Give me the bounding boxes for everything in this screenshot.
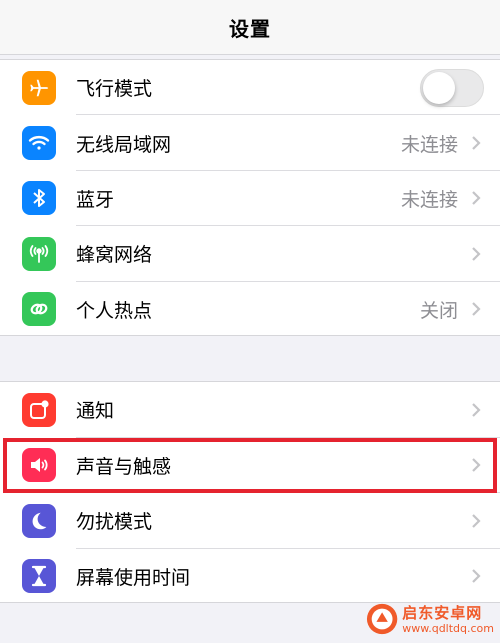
row-label: 无线局域网: [76, 133, 172, 156]
settings-row-notifications[interactable]: 通知: [0, 382, 500, 438]
connectivity-group: 飞行模式 无线局域网 未连接 蓝牙 未连接 蜂窝网络 个人热点 关闭: [0, 59, 500, 336]
cellular-icon: [22, 236, 56, 271]
airplane-mode-toggle[interactable]: [420, 68, 484, 107]
watermark-logo-icon: [366, 603, 398, 635]
bluetooth-icon: [22, 181, 56, 216]
row-label: 飞行模式: [76, 78, 153, 101]
chevron-right-icon: [472, 136, 481, 150]
chevron-right-icon: [472, 458, 481, 473]
notification-icon: [22, 392, 56, 427]
row-label: 屏幕使用时间: [76, 566, 191, 589]
settings-row-screen-time[interactable]: 屏幕使用时间: [0, 549, 500, 605]
row-value: 未连接: [400, 188, 458, 211]
row-value: 关闭: [419, 299, 458, 322]
watermark-title: 启东安卓网: [402, 603, 483, 622]
settings-row-hotspot[interactable]: 个人热点 关闭: [0, 282, 500, 337]
chevron-right-icon: [472, 191, 481, 206]
chevron-right-icon: [472, 402, 481, 417]
chevron-right-icon: [472, 513, 481, 528]
page-title: 设置: [229, 16, 271, 41]
wifi-icon: [22, 126, 56, 161]
chevron-right-icon: [472, 569, 481, 584]
row-label: 通知: [76, 400, 115, 423]
row-value: 未连接: [400, 133, 458, 156]
row-label: 勿扰模式: [76, 511, 153, 534]
watermark-url: www.qdltdq.com: [402, 621, 494, 635]
airplane-icon: [22, 70, 56, 105]
settings-row-sounds-haptics[interactable]: 声音与触感: [0, 438, 500, 493]
settings-row-bluetooth[interactable]: 蓝牙 未连接: [0, 171, 500, 227]
watermark: 启东安卓网 www.qdltdq.com: [366, 597, 494, 641]
row-label: 蓝牙: [76, 188, 115, 211]
row-label: 蜂窝网络: [76, 244, 153, 267]
toggle-knob: [423, 71, 455, 104]
hourglass-icon: [22, 559, 56, 594]
hotspot-icon: [22, 292, 56, 327]
settings-row-wifi[interactable]: 无线局域网 未连接: [0, 115, 500, 171]
settings-row-do-not-disturb[interactable]: 勿扰模式: [0, 493, 500, 549]
chevron-right-icon: [472, 247, 481, 261]
row-label: 声音与触感: [76, 455, 172, 478]
settings-row-airplane-mode[interactable]: 飞行模式: [0, 60, 500, 116]
chevron-right-icon: [472, 302, 481, 317]
settings-row-cellular[interactable]: 蜂窝网络: [0, 226, 500, 282]
nav-bar: 设置: [0, 0, 500, 55]
notifications-group: 通知 声音与触感 勿扰模式 屏幕使用时间: [0, 381, 500, 603]
row-label: 个人热点: [76, 299, 153, 322]
moon-icon: [22, 503, 56, 538]
speaker-icon: [22, 448, 56, 483]
